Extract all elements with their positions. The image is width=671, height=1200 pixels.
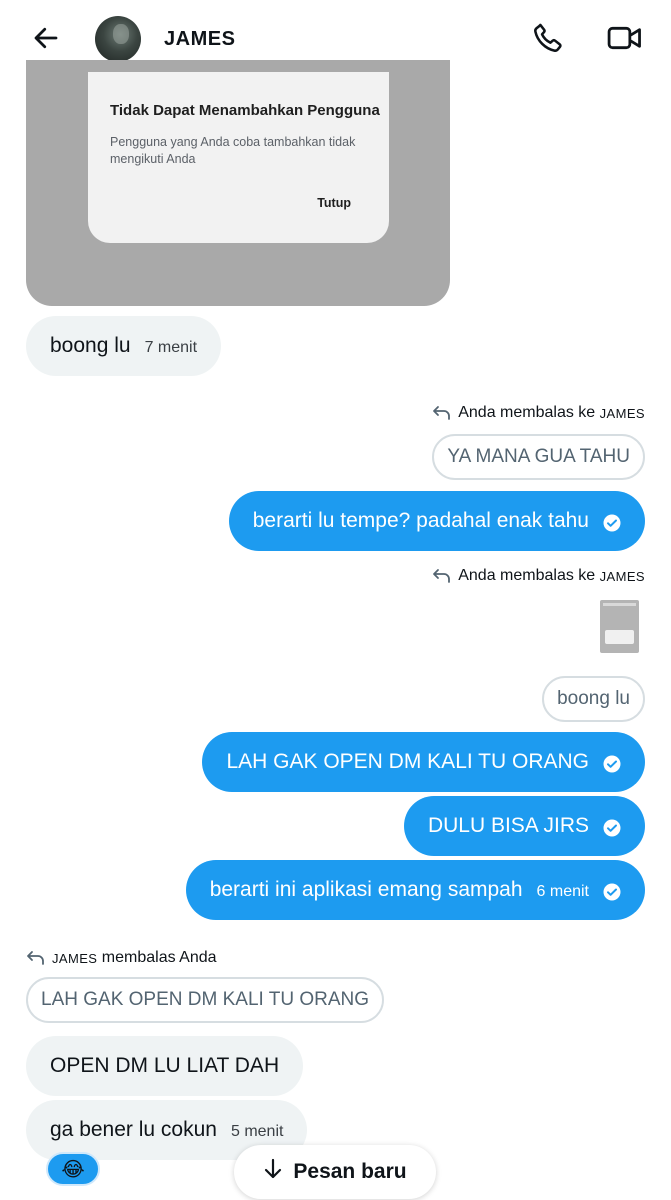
new-message-label: Pesan baru	[293, 1160, 407, 1183]
message-text: berarti lu tempe? padahal enak tahu	[252, 509, 589, 532]
quoted-image-thumbnail[interactable]	[600, 600, 639, 653]
message-reaction[interactable]: 😂	[46, 1152, 100, 1186]
read-check-icon	[603, 514, 621, 532]
reply-label: Anda membalas ke JAMES	[432, 404, 645, 422]
quoted-text: LAH GAK OPEN DM KALI TU ORANG	[41, 989, 370, 1010]
contact-name[interactable]: JAMES	[164, 28, 235, 51]
new-message-button[interactable]: Pesan baru	[234, 1145, 436, 1199]
back-button[interactable]	[26, 20, 66, 60]
received-message[interactable]: boong lu 7 menit	[26, 316, 222, 376]
phone-icon	[531, 21, 565, 60]
sent-message[interactable]: LAH GAK OPEN DM KALI TU ORANG	[202, 732, 645, 792]
quoted-message[interactable]: YA MANA GUA TAHU	[432, 434, 645, 480]
avatar[interactable]	[95, 16, 141, 62]
reply-label-suffix: membalas Anda	[101, 949, 217, 966]
reply-label: JAMES membalas Anda	[26, 949, 217, 967]
reply-arrow-icon	[432, 568, 452, 584]
message-text: OPEN DM LU LIAT DAH	[50, 1054, 280, 1077]
dialog-close-label: Tutup	[317, 196, 351, 210]
arrow-left-icon	[31, 23, 61, 58]
quoted-text: YA MANA GUA TAHU	[447, 446, 630, 467]
quoted-message[interactable]: boong lu	[542, 676, 645, 722]
message-time: 5 menit	[230, 1123, 284, 1140]
sent-message[interactable]: DULU BISA JIRS	[403, 796, 645, 856]
read-check-icon	[603, 883, 621, 901]
message-text: berarti ini aplikasi emang sampah	[209, 878, 523, 901]
reply-label-prefix: Anda membalas ke	[458, 567, 596, 584]
reply-arrow-icon	[26, 950, 46, 966]
read-check-icon	[603, 755, 621, 773]
message-time: 7 menit	[144, 339, 198, 356]
reply-label-name: JAMES	[52, 950, 98, 966]
reply-arrow-icon	[432, 405, 452, 421]
call-button[interactable]	[526, 18, 570, 62]
dialog-text: Pengguna yang Anda coba tambahkan tidak …	[110, 135, 356, 166]
dialog-title: Tidak Dapat Menambahkan Pengguna	[110, 102, 380, 119]
arrow-down-icon	[263, 1158, 283, 1186]
message-text: LAH GAK OPEN DM KALI TU ORANG	[226, 750, 589, 773]
reply-label-name: JAMES	[599, 405, 645, 421]
received-message[interactable]: OPEN DM LU LIAT DAH	[26, 1036, 304, 1096]
laughing-emoji-icon: 😂	[61, 1158, 85, 1181]
message-text: DULU BISA JIRS	[427, 814, 589, 837]
quoted-message[interactable]: LAH GAK OPEN DM KALI TU ORANG	[26, 977, 385, 1023]
video-camera-icon	[607, 23, 643, 58]
embedded-dialog-screenshot: Tidak Dapat Menambahkan Pengguna Penggun…	[88, 72, 389, 243]
message-text: boong lu	[50, 334, 131, 357]
sent-message[interactable]: berarti lu tempe? padahal enak tahu	[228, 491, 645, 551]
reply-label: Anda membalas ke JAMES	[432, 567, 645, 585]
video-call-button[interactable]	[603, 18, 647, 62]
sent-message[interactable]: berarti ini aplikasi emang sampah 6 meni…	[185, 860, 645, 920]
reply-label-name: JAMES	[599, 568, 645, 584]
reply-label-prefix: Anda membalas ke	[458, 404, 596, 421]
message-time: 6 menit	[536, 883, 589, 900]
message-text: ga bener lu cokun	[50, 1118, 217, 1141]
quoted-text: boong lu	[557, 688, 630, 709]
image-message[interactable]: Tidak Dapat Menambahkan Pengguna Penggun…	[26, 60, 450, 306]
read-check-icon	[603, 819, 621, 837]
